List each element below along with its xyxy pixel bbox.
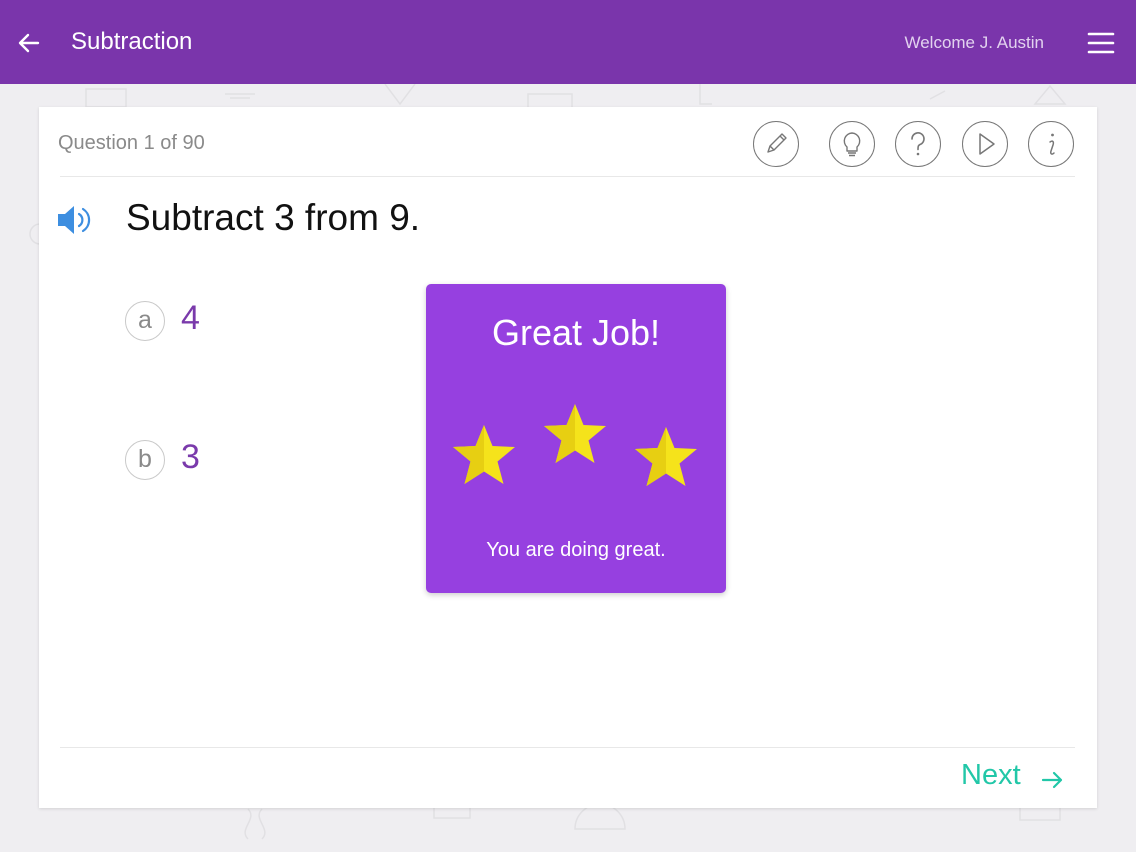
play-icon [979,133,995,155]
info-button[interactable] [1028,121,1074,167]
header-divider [60,176,1075,177]
footer-divider [60,747,1075,748]
next-label: Next [961,759,1021,791]
arrow-left-icon [18,33,40,53]
question-counter: Question 1 of 90 [58,132,205,154]
question-text: Subtract 3 from 9. [126,197,421,238]
menu-button[interactable] [1086,28,1116,58]
help-button[interactable] [895,121,941,167]
star-icon [544,404,606,463]
help-icon [911,132,925,156]
scratchpad-button[interactable] [753,121,799,167]
speaker-icon [58,206,91,234]
hint-button[interactable] [829,121,875,167]
page-title: Subtraction [71,28,193,55]
popup-title: Great Job! [491,312,661,353]
back-button[interactable] [14,28,44,58]
info-icon [1049,133,1055,155]
welcome-text: Welcome J. Austin [904,33,1044,52]
option-letter: b [125,440,165,480]
option-letter: a [125,301,165,341]
popup-message: You are doing great. [486,539,666,561]
feedback-popup: Great Job! You are doing great. [426,284,726,593]
lightbulb-icon [843,132,861,157]
arrow-right-icon [1041,771,1063,789]
hamburger-menu-icon [1087,32,1115,54]
star-icon [453,425,515,484]
star-icon [635,427,697,486]
option-value: 3 [181,438,200,476]
pencil-icon [767,133,787,153]
play-button[interactable] [962,121,1008,167]
read-aloud-button[interactable] [56,202,96,238]
option-value: 4 [181,299,200,337]
top-app-bar: Subtraction Welcome J. Austin [0,0,1136,84]
next-button[interactable]: Next [961,759,1071,799]
